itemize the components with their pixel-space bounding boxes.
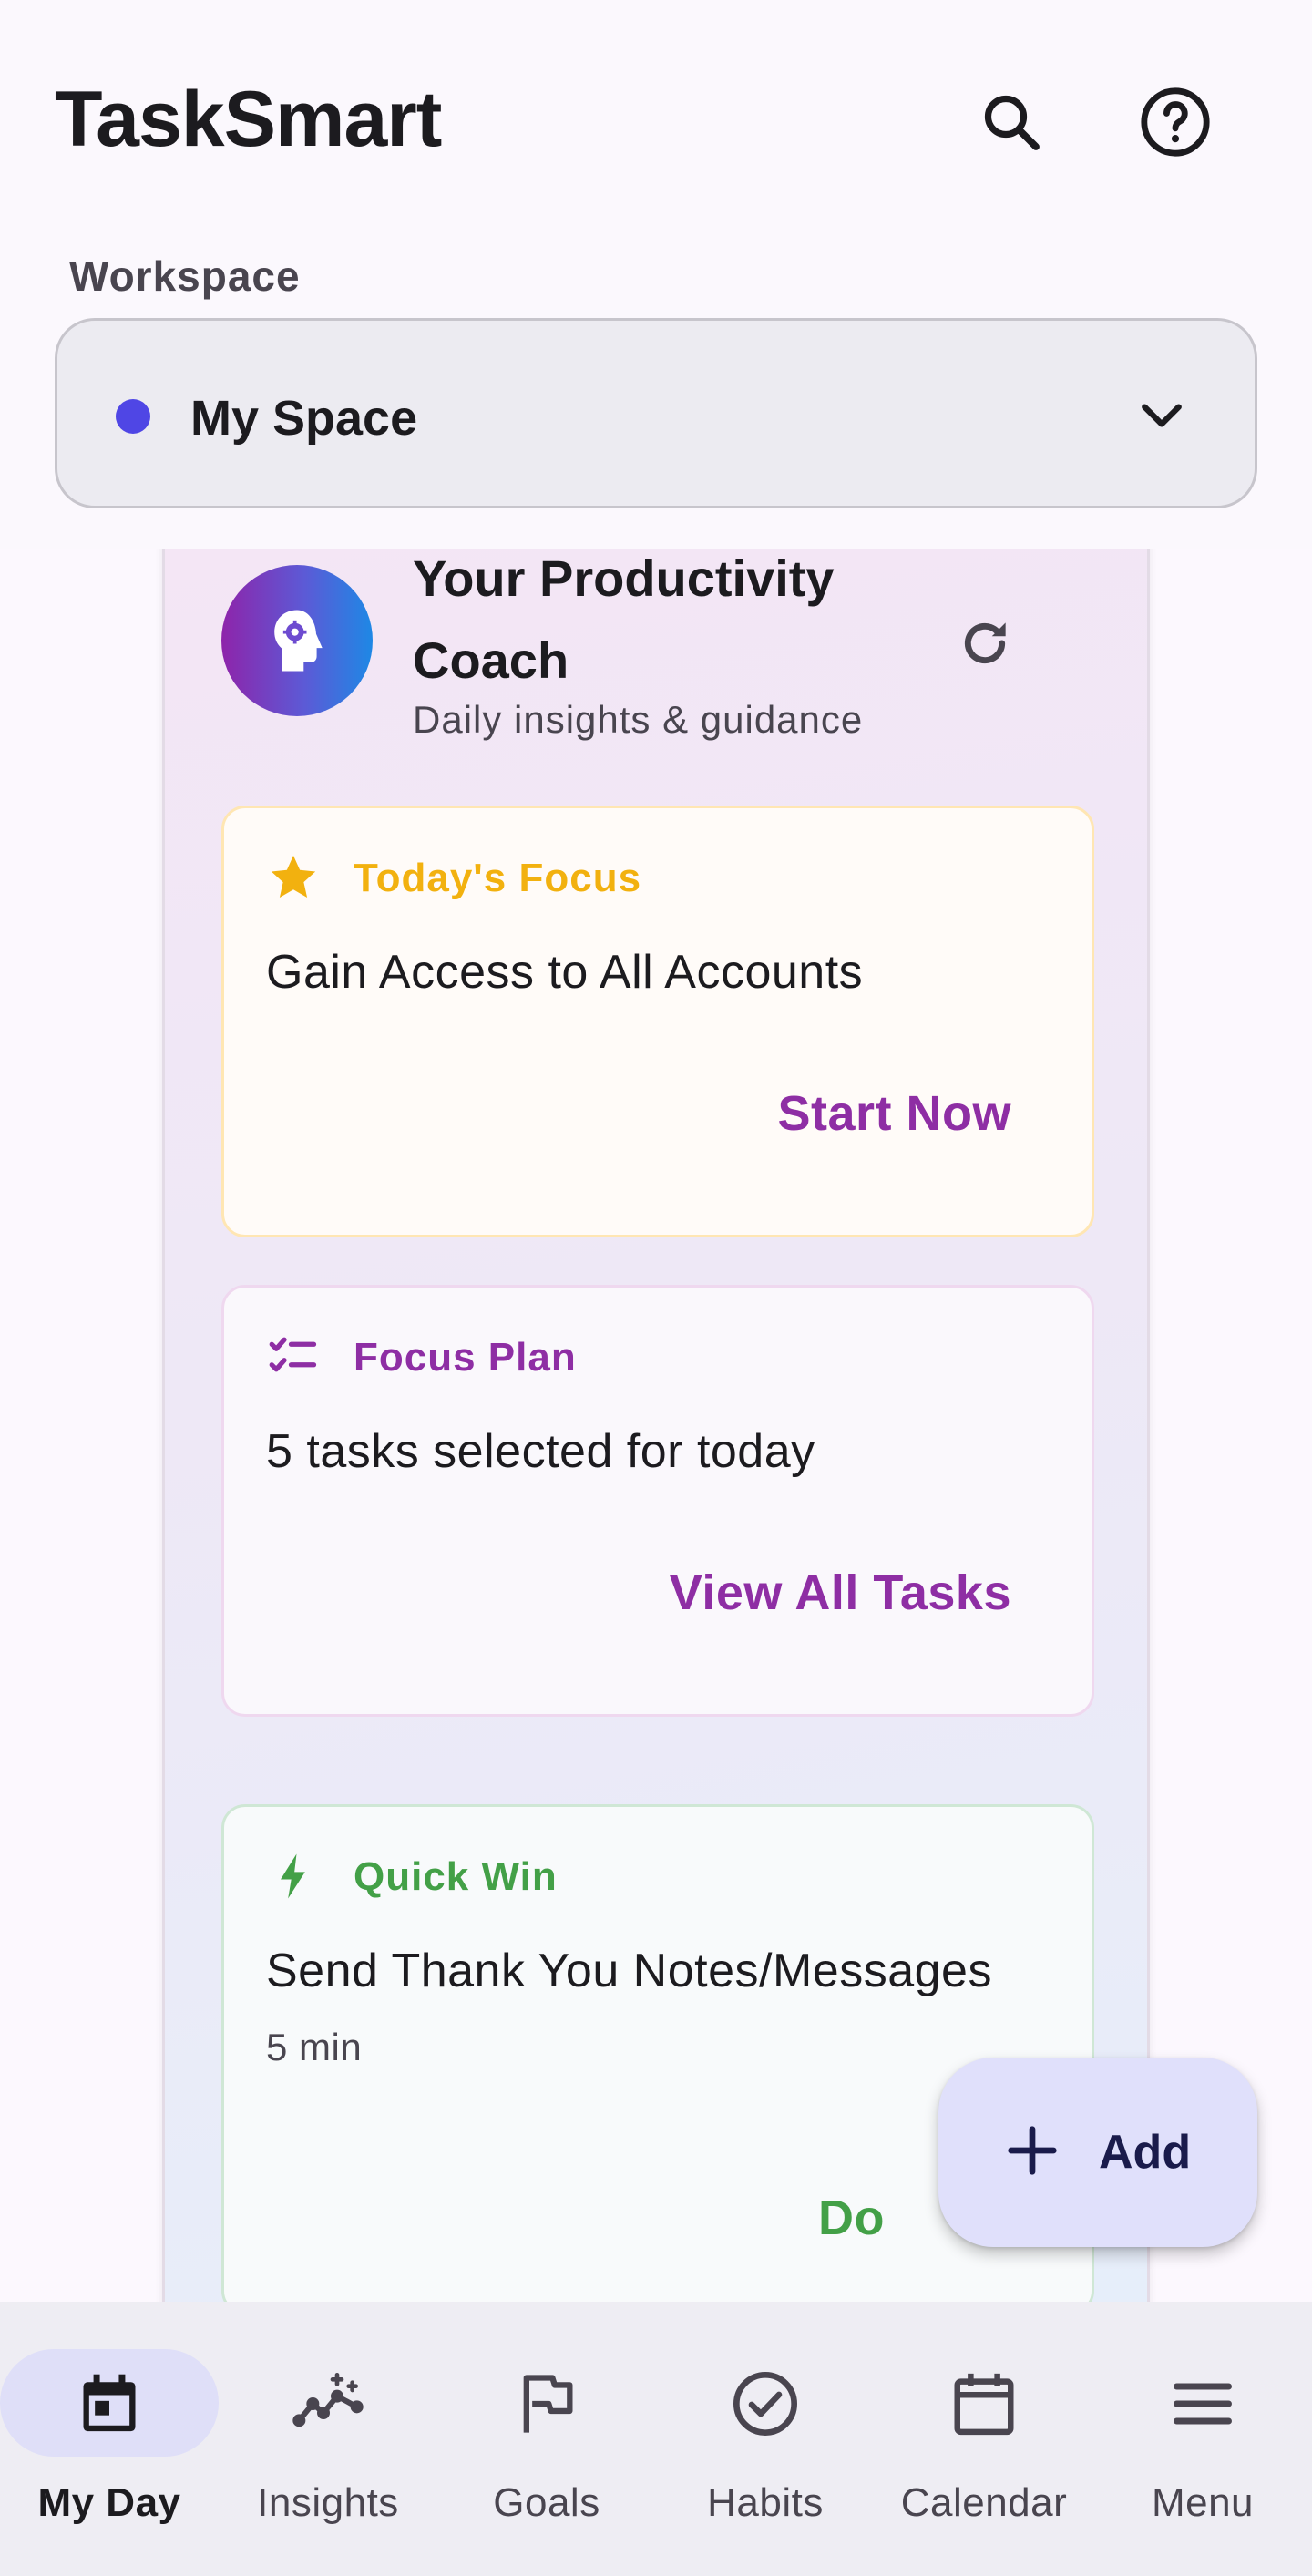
nav-label: Goals — [493, 2480, 600, 2525]
nav-item-calendar[interactable]: Calendar — [875, 2302, 1093, 2576]
coach-title: Your Productivity Coach — [413, 549, 835, 689]
card-label: Quick Win — [354, 1854, 558, 1899]
card-text: 5 tasks selected for today — [266, 1425, 815, 1478]
nav-label: My Day — [37, 2480, 181, 2525]
view-all-tasks-button[interactable]: View All Tasks — [670, 1565, 1011, 1621]
help-icon[interactable] — [1132, 78, 1219, 166]
workspace-label: Workspace — [69, 252, 301, 300]
workspace-color-dot — [116, 399, 150, 434]
check-circle-icon — [729, 2367, 802, 2440]
todays-focus-card: Today's Focus Gain Access to All Account… — [221, 806, 1094, 1237]
chevron-down-icon — [1133, 386, 1191, 449]
menu-icon — [1166, 2367, 1239, 2440]
insights-icon — [292, 2367, 364, 2440]
nav-label: Menu — [1151, 2480, 1255, 2525]
card-text: Gain Access to All Accounts — [266, 946, 864, 999]
nav-item-goals[interactable]: Goals — [437, 2302, 656, 2576]
search-icon[interactable] — [968, 78, 1055, 166]
nav-label: Calendar — [900, 2480, 1068, 2525]
bottom-navigation: My Day Insights Goals Habits Calendar Me… — [0, 2302, 1312, 2576]
focus-plan-card: Focus Plan 5 tasks selected for today Vi… — [221, 1285, 1094, 1717]
checklist-icon — [266, 1329, 321, 1384]
nav-item-my-day[interactable]: My Day — [0, 2302, 219, 2576]
plus-icon — [1004, 2122, 1061, 2183]
top-app-bar: TaskSmart Workspace My Space — [0, 0, 1312, 549]
nav-item-habits[interactable]: Habits — [656, 2302, 875, 2576]
card-label: Today's Focus — [354, 856, 642, 900]
fab-label: Add — [1099, 2126, 1192, 2179]
calendar-icon — [948, 2367, 1020, 2440]
calendar-today-icon — [73, 2367, 146, 2440]
start-now-button[interactable]: Start Now — [777, 1085, 1011, 1142]
nav-item-insights[interactable]: Insights — [219, 2302, 437, 2576]
add-fab-button[interactable]: Add — [938, 2058, 1257, 2247]
card-text: Send Thank You Notes/Messages — [266, 1945, 992, 1997]
workspace-dropdown[interactable]: My Space — [55, 318, 1257, 508]
app-title: TaskSmart — [55, 76, 442, 163]
refresh-icon[interactable] — [947, 605, 1023, 682]
workspace-selected-value: My Space — [190, 391, 418, 446]
bolt-icon — [266, 1849, 321, 1904]
nav-label: Habits — [707, 2480, 824, 2525]
flag-icon — [510, 2367, 583, 2440]
card-label: Focus Plan — [354, 1335, 577, 1380]
star-icon — [266, 850, 321, 905]
nav-item-menu[interactable]: Menu — [1093, 2302, 1312, 2576]
nav-label: Insights — [257, 2480, 399, 2525]
coach-brain-icon — [221, 565, 373, 716]
coach-subtitle: Daily insights & guidance — [413, 698, 864, 741]
card-duration: 5 min — [266, 2026, 363, 2068]
